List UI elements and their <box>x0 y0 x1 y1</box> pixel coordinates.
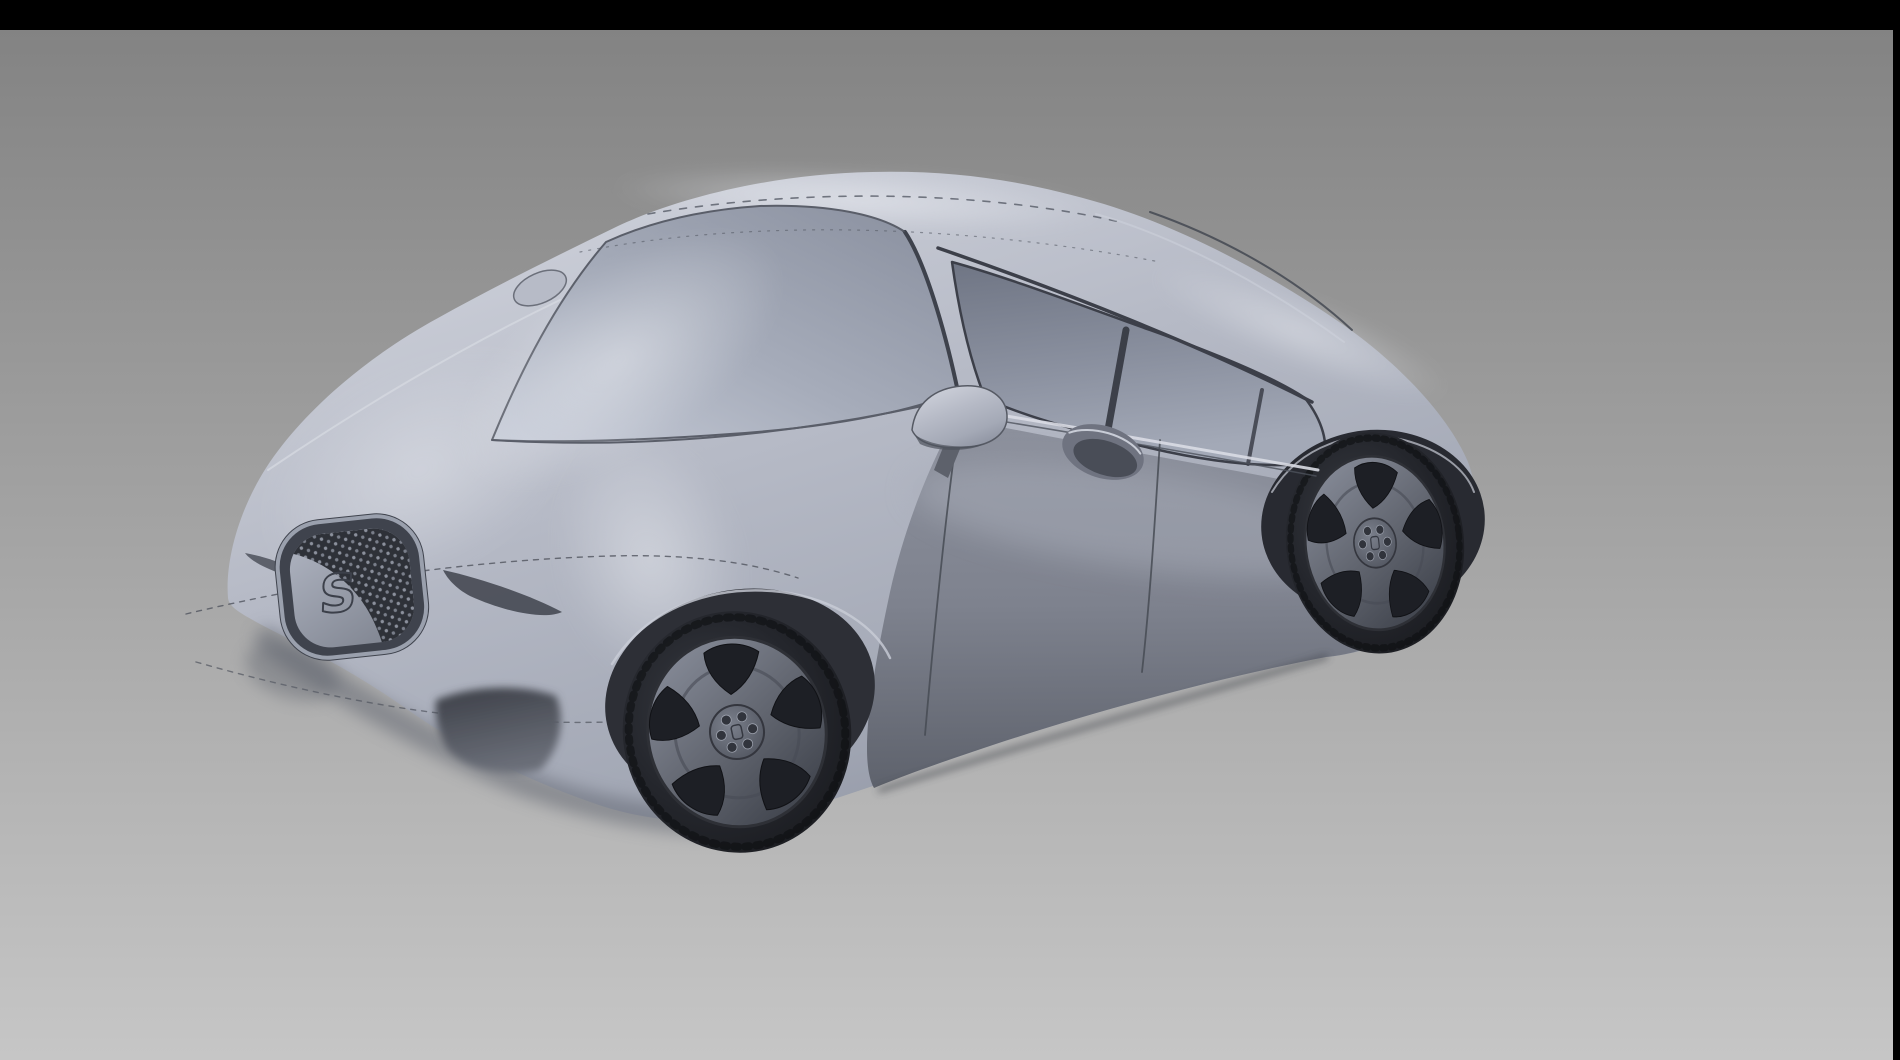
right-letterbox-bar <box>1893 30 1900 1060</box>
seat-logo: S <box>318 563 357 627</box>
render-viewport-canvas[interactable]: S <box>0 0 1900 1060</box>
top-letterbox-bar <box>0 0 1900 30</box>
application-window: S <box>0 0 1900 1060</box>
front-grille: S <box>270 509 434 666</box>
